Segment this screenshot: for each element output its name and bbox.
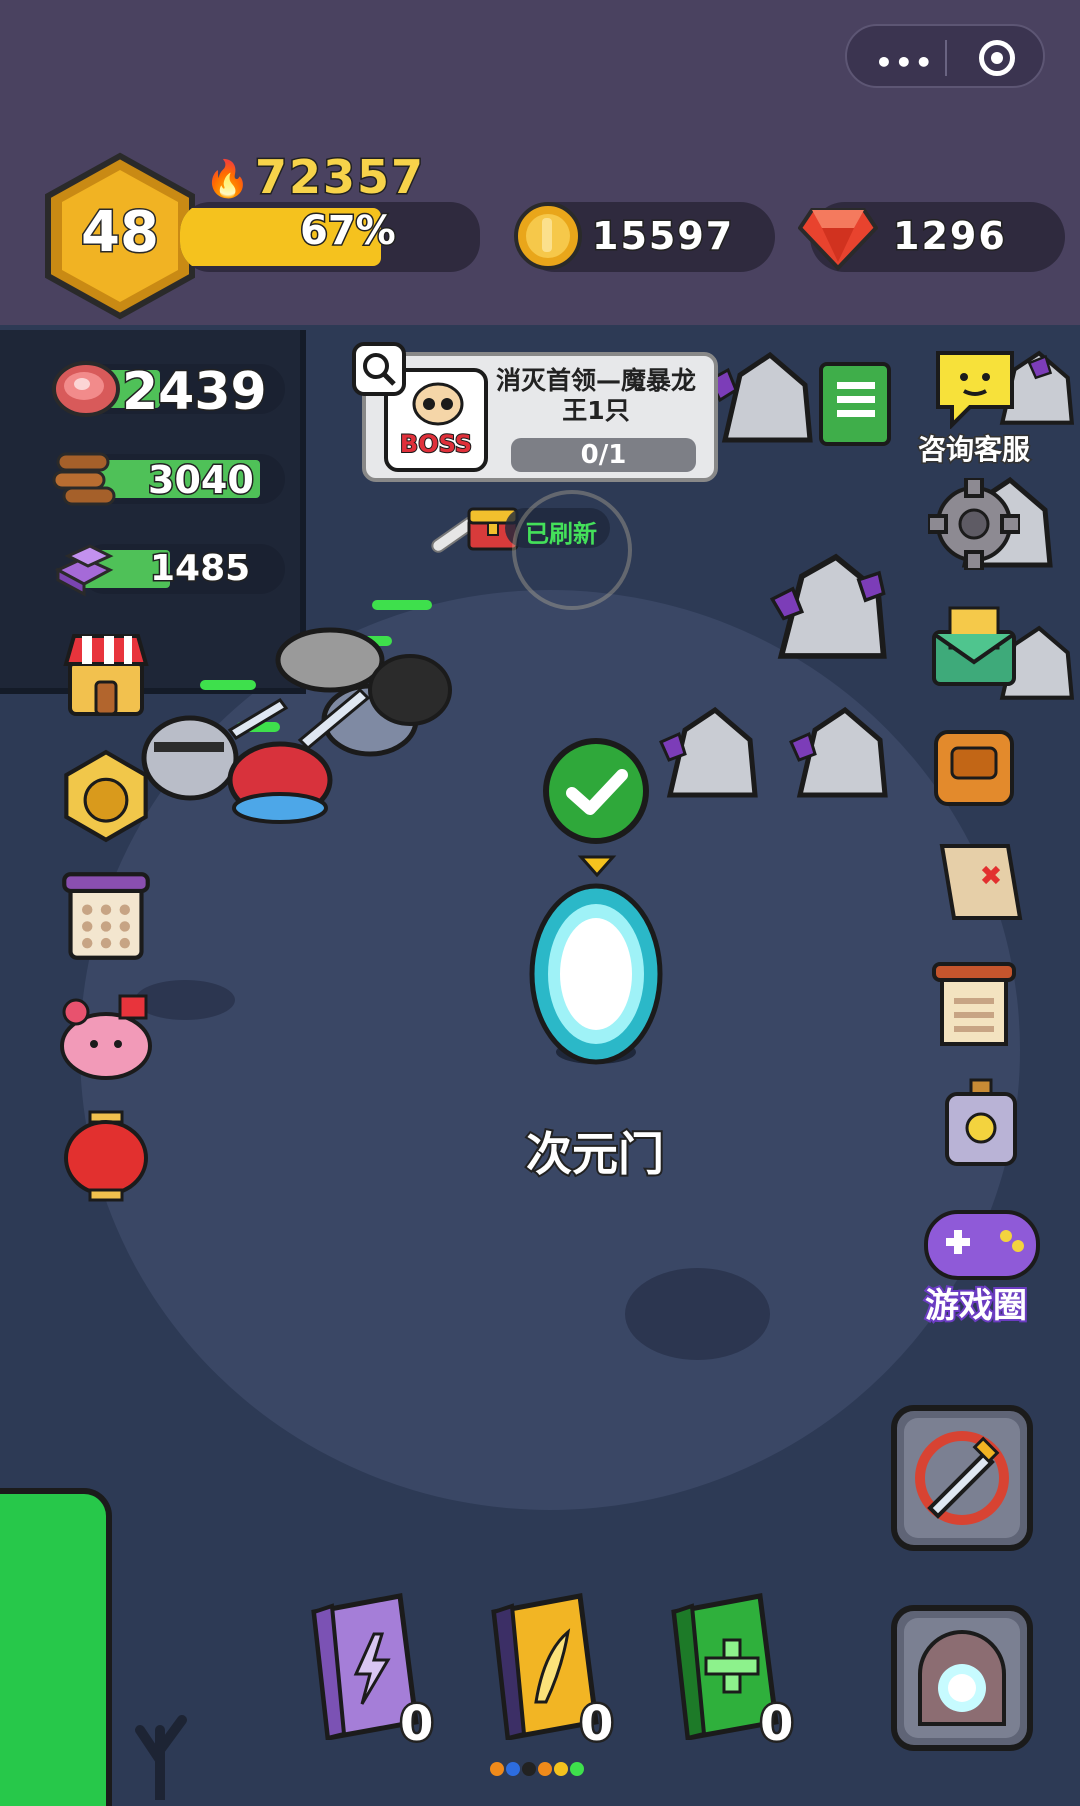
meat-icon <box>52 361 120 417</box>
quest-scroll-icon[interactable] <box>928 958 1020 1050</box>
coral-decoration-icon <box>135 1715 187 1800</box>
green-side-panel[interactable] <box>0 1488 112 1806</box>
red-lantern-icon[interactable] <box>60 1108 152 1204</box>
page-dot <box>522 1762 536 1776</box>
crystal-rock[interactable] <box>785 700 895 810</box>
boss-label: BOSS <box>399 429 473 459</box>
crystal-rock[interactable] <box>655 700 765 810</box>
auto-battle-button[interactable] <box>890 1404 1034 1552</box>
combat-power: 72357 <box>253 149 426 206</box>
gold-amount: 15597 <box>590 213 735 260</box>
customer-service-label[interactable]: 咨询客服 <box>916 428 1031 468</box>
lightning-book-count: 0 <box>397 1694 435 1755</box>
page-dot <box>506 1762 520 1776</box>
crystal-rock[interactable] <box>710 345 820 455</box>
mini-program-capsule: ••• <box>845 24 1045 88</box>
wing-book-count: 0 <box>577 1694 615 1755</box>
quest-progress: 0/1 <box>511 438 696 472</box>
backpack-icon[interactable] <box>928 718 1020 810</box>
map-hole <box>625 1268 770 1360</box>
gem-amount: 1296 <box>892 213 1007 260</box>
meat-amount: 2439 <box>121 361 269 424</box>
page-dot <box>554 1762 568 1776</box>
portal-label: 次元门 <box>524 1125 666 1183</box>
wood-logs-icon <box>52 452 116 506</box>
portal-gate-button[interactable] <box>890 1604 1034 1752</box>
heal-book-count: 0 <box>757 1694 795 1755</box>
treasure-map-icon[interactable] <box>928 838 1028 930</box>
page-indicator <box>490 1762 600 1778</box>
quest-search-button[interactable] <box>352 342 406 396</box>
wood-amount: 3040 <box>147 457 256 504</box>
page-dot <box>490 1762 504 1776</box>
close-target-icon[interactable] <box>979 40 1015 76</box>
pink-slime-gift-icon[interactable] <box>56 986 156 1082</box>
dimension-portal[interactable] <box>528 882 664 1072</box>
page-dot <box>538 1762 552 1776</box>
hero-party[interactable] <box>130 590 490 830</box>
green-book-icon[interactable] <box>815 360 895 448</box>
quest-panel[interactable]: BOSS 消灭首领—魔暴龙王1只 0/1 <box>362 352 718 482</box>
magnifier-icon <box>363 353 396 386</box>
ore-amount: 1485 <box>148 547 251 591</box>
check-icon[interactable] <box>540 735 652 847</box>
page-dot <box>570 1762 584 1776</box>
skull-potion-icon[interactable] <box>935 1076 1027 1168</box>
shop-icon[interactable] <box>60 628 152 720</box>
skull-icon <box>412 382 464 426</box>
game-circle-label[interactable]: 游戏圈 <box>923 1278 1029 1328</box>
capsule-divider <box>945 40 947 76</box>
down-arrow-icon <box>577 855 617 878</box>
gamepad-icon[interactable] <box>920 1186 1045 1286</box>
quest-title: 消灭首领—魔暴龙王1只 <box>495 366 696 425</box>
more-menu-icon[interactable]: ••• <box>875 46 935 79</box>
player-level: 48 <box>80 199 161 267</box>
calendar-scroll-icon[interactable] <box>58 868 154 964</box>
ore-ingot-icon <box>54 544 114 597</box>
mail-icon[interactable] <box>928 598 1020 690</box>
xp-percent: 67% <box>299 207 398 256</box>
customer-service-icon[interactable] <box>930 345 1020 429</box>
money-bag-badge-icon[interactable] <box>58 748 154 844</box>
gold-coin-icon <box>514 202 582 270</box>
gear-icon[interactable] <box>928 478 1020 570</box>
crystal-rock[interactable] <box>770 548 895 673</box>
red-gem-icon <box>798 208 878 271</box>
chest-range-ring <box>512 490 632 610</box>
fire-icon: 🔥 <box>205 159 250 200</box>
